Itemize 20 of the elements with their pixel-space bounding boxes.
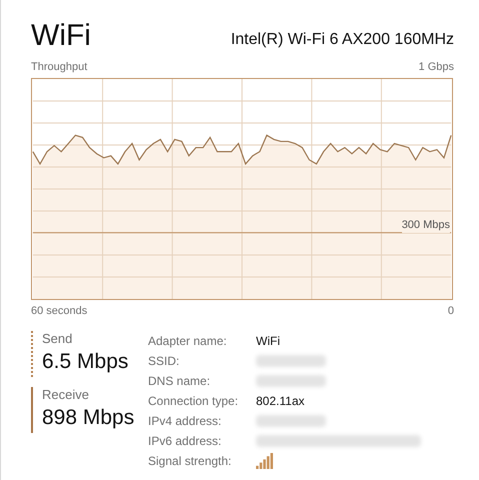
detail-label: SSID:	[148, 353, 180, 370]
detail-label: Signal strength:	[148, 453, 232, 470]
stat-label: Receive	[42, 387, 90, 403]
stat-value: 6.5 Mbps	[42, 349, 130, 375]
max-scale-label: 1 Gbps	[418, 60, 454, 75]
detail-label: Adapter name:	[148, 333, 228, 350]
stat-value: 898 Mbps	[42, 405, 136, 431]
page-title: WiFi	[31, 18, 91, 54]
detail-label: Connection type:	[148, 393, 240, 410]
detail-value: 802.11ax	[256, 393, 304, 410]
graph-label: Throughput	[31, 60, 88, 75]
detail-label: IPv4 address:	[148, 413, 222, 430]
detail-label: DNS name:	[148, 373, 212, 390]
signal-strength-icon	[256, 453, 274, 469]
adapter-model: Intel(R) Wi-Fi 6 AX200 160MHz	[230, 30, 454, 50]
stat-label: Send	[42, 331, 74, 347]
time-span-label: 60 seconds	[31, 304, 88, 318]
detail-value: WiFi	[256, 333, 280, 350]
zero-scale-label: 0	[448, 304, 454, 318]
detail-label: IPv6 address:	[148, 433, 222, 450]
